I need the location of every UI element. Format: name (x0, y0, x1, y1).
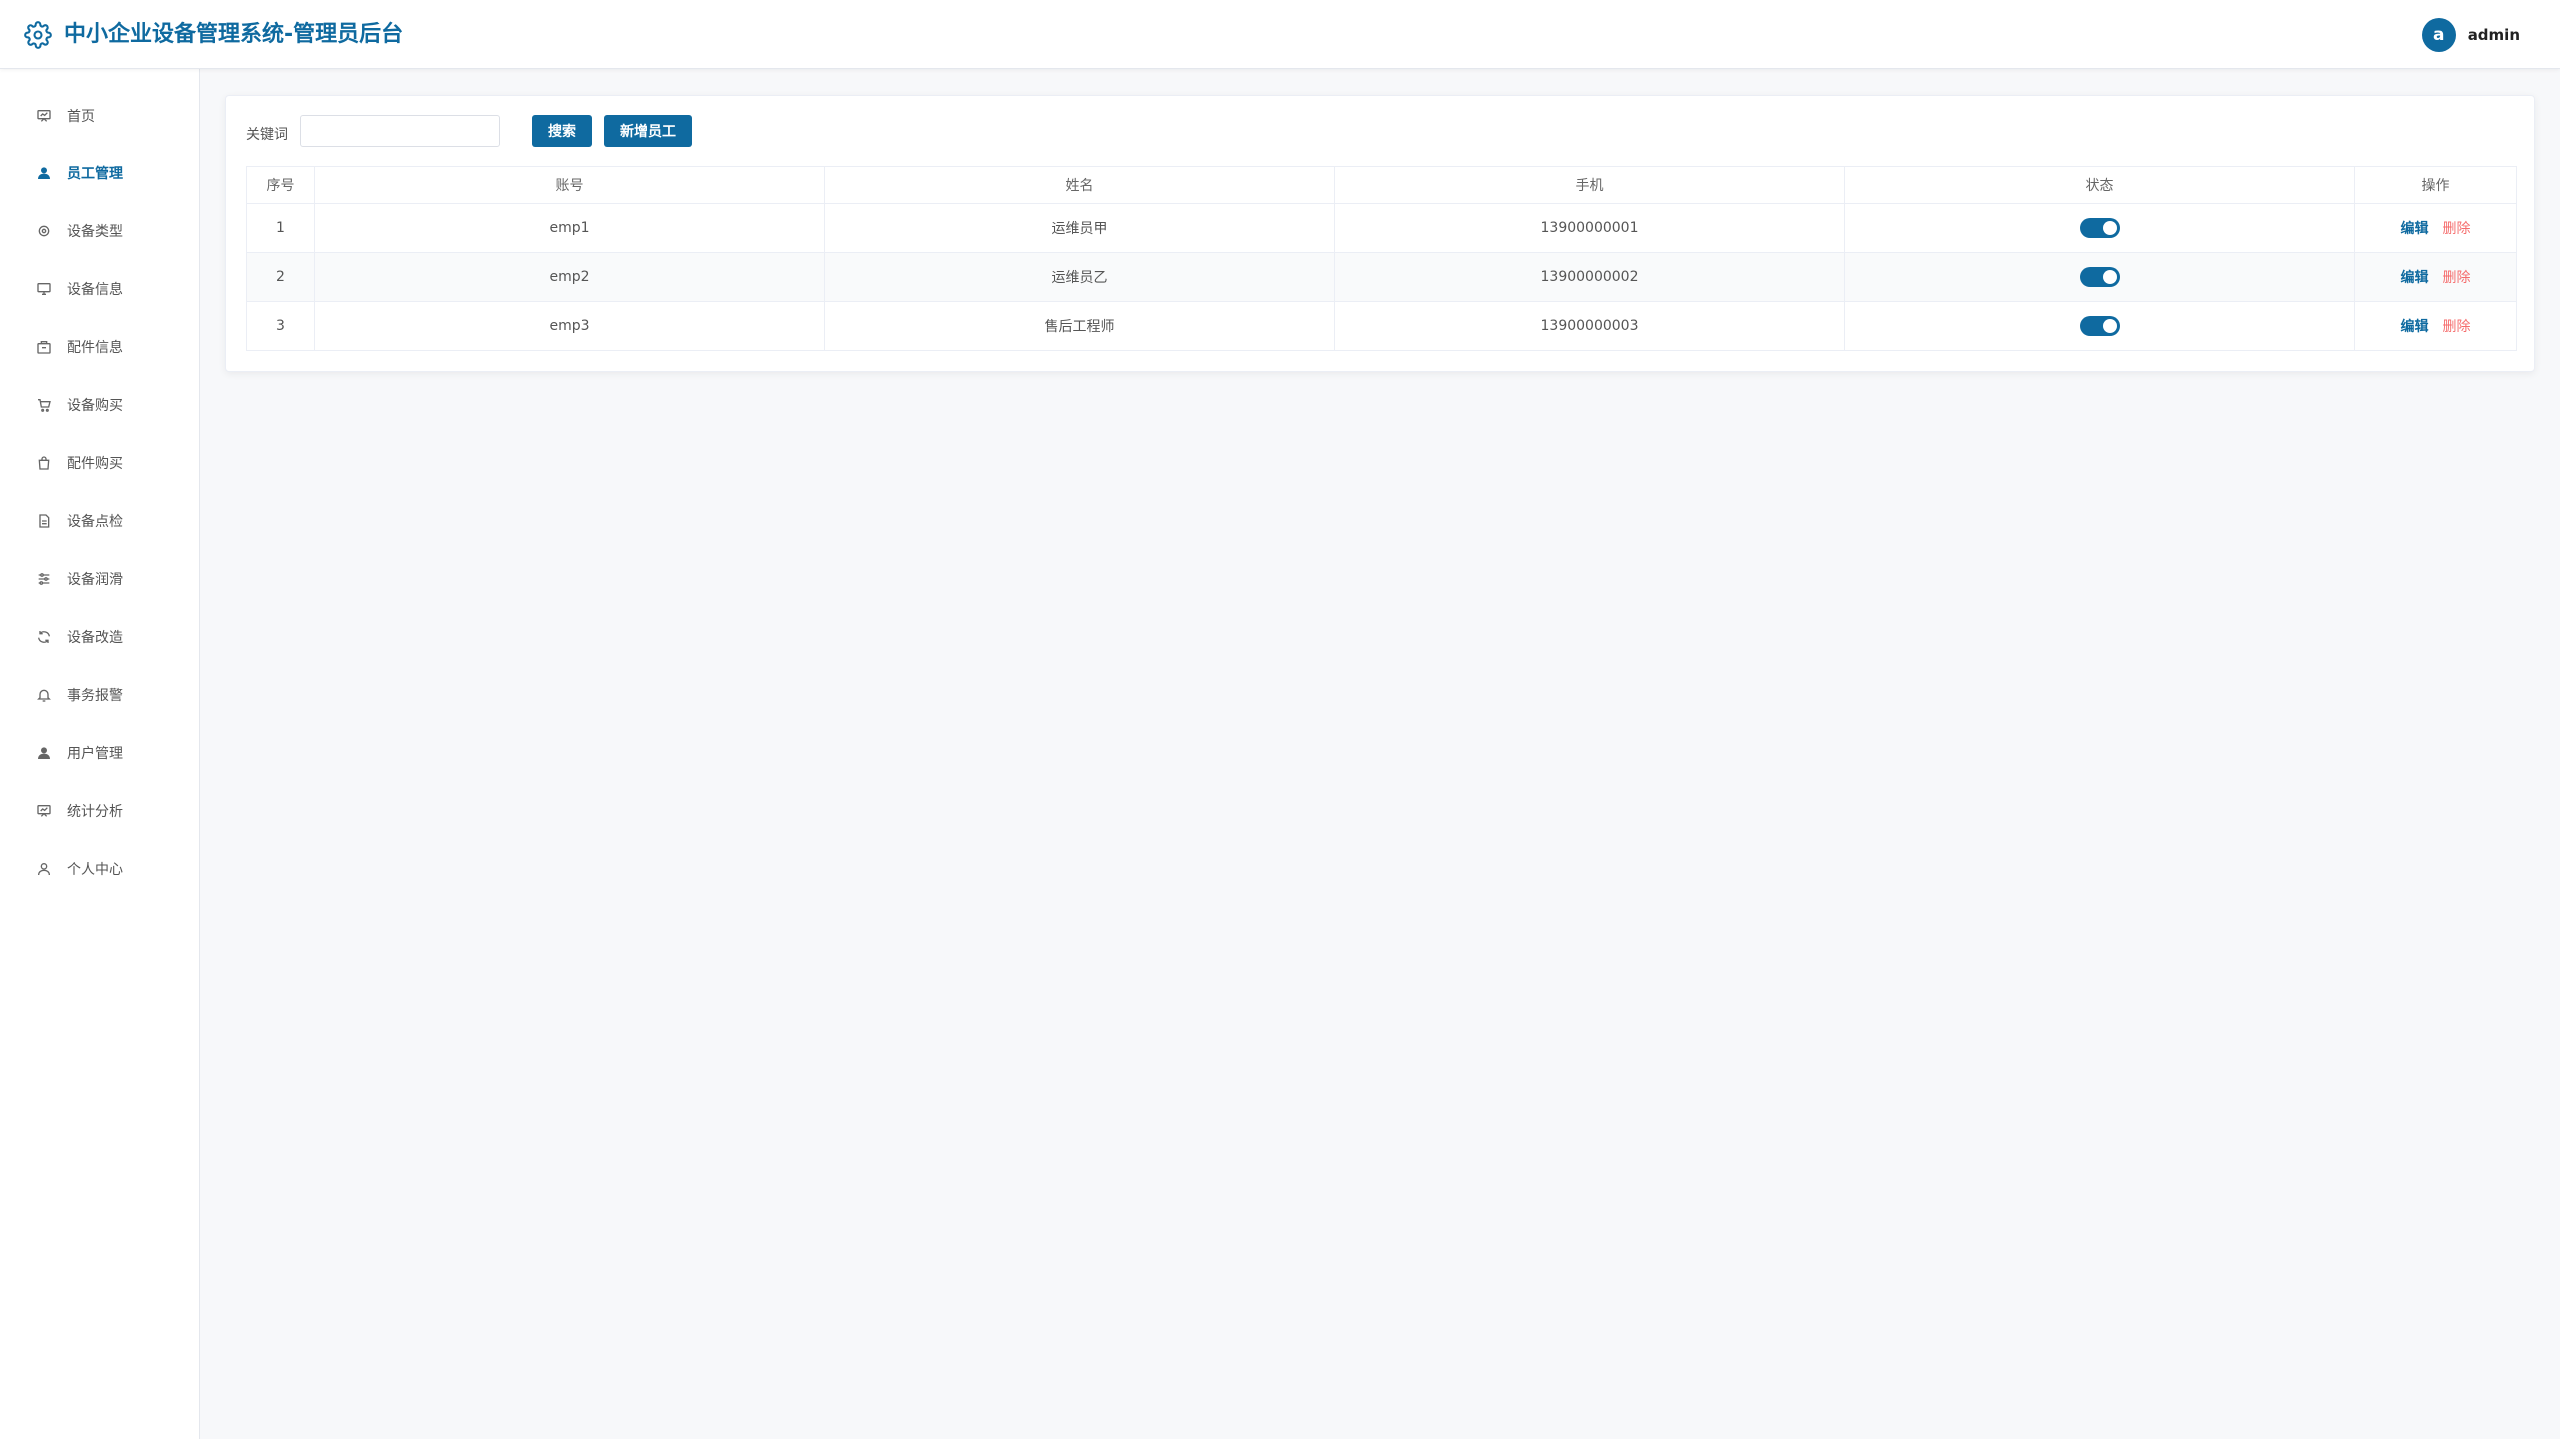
sidebar-item-label: 设备购买 (67, 398, 123, 414)
edit-link[interactable]: 编辑 (2401, 221, 2429, 237)
cell-actions: 编辑 删除 (2354, 252, 2517, 302)
search-button[interactable]: 搜索 (532, 115, 592, 147)
sidebar-item-alarms[interactable]: 事务报警 (0, 675, 199, 715)
column-header-name: 姓名 (824, 166, 1335, 204)
sidebar-item-statistics[interactable]: 统计分析 (0, 791, 199, 831)
cell-account: emp2 (314, 252, 825, 302)
cell-index: 2 (246, 252, 315, 302)
sidebar-item-label: 设备点检 (67, 514, 123, 530)
user-icon (35, 744, 53, 762)
gear-icon (24, 21, 52, 49)
sliders-icon (35, 570, 53, 588)
sidebar-item-inspection[interactable]: 设备点检 (0, 501, 199, 541)
sidebar-item-label: 首页 (67, 109, 95, 125)
bell-icon (35, 686, 53, 704)
sidebar-item-label: 用户管理 (67, 746, 123, 762)
column-header-account: 账号 (314, 166, 825, 204)
table-header-row: 序号 账号 姓名 手机 状态 操作 (246, 166, 2517, 204)
column-header-actions: 操作 (2354, 166, 2517, 204)
sidebar-item-label: 事务报警 (67, 688, 123, 704)
cell-name: 运维员乙 (824, 252, 1335, 302)
user-menu[interactable]: a admin (2421, 18, 2520, 52)
status-toggle[interactable] (2079, 218, 2120, 238)
user-icon (35, 164, 53, 182)
cell-name: 运维员甲 (824, 203, 1335, 253)
sidebar-item-profile[interactable]: 个人中心 (0, 849, 199, 889)
cell-status (1844, 252, 2355, 302)
sidebar-item-parts-info[interactable]: 配件信息 (0, 327, 199, 367)
keyword-input[interactable] (300, 115, 500, 147)
cell-status (1844, 301, 2355, 351)
monitor-icon (35, 280, 53, 298)
column-header-index: 序号 (246, 166, 315, 204)
sidebar-item-employees[interactable]: 员工管理 (0, 153, 199, 193)
add-employee-button[interactable]: 新增员工 (604, 115, 692, 147)
cell-account: emp1 (314, 203, 825, 253)
document-icon (35, 512, 53, 530)
cell-phone: 13900000001 (1334, 203, 1845, 253)
sidebar-item-parts-purchase[interactable]: 配件购买 (0, 443, 199, 483)
column-header-status: 状态 (1844, 166, 2355, 204)
cell-name: 售后工程师 (824, 301, 1335, 351)
cell-phone: 13900000002 (1334, 252, 1845, 302)
sidebar-item-label: 配件购买 (67, 456, 123, 472)
delete-link[interactable]: 删除 (2443, 221, 2471, 237)
status-toggle[interactable] (2079, 267, 2120, 287)
package-icon (35, 338, 53, 356)
table-row: 1 emp1 运维员甲 13900000001 编辑 删除 (246, 203, 2517, 253)
cell-index: 3 (246, 301, 315, 351)
sidebar-item-users[interactable]: 用户管理 (0, 733, 199, 773)
monitor-chart-icon (35, 802, 53, 820)
cart-icon (35, 396, 53, 414)
top-header: 中小企业设备管理系统-管理员后台 a admin (0, 0, 2560, 69)
cell-phone: 13900000003 (1334, 301, 1845, 351)
sidebar-item-label: 设备信息 (67, 282, 123, 298)
sidebar-item-device-info[interactable]: 设备信息 (0, 269, 199, 309)
edit-link[interactable]: 编辑 (2401, 319, 2429, 335)
avatar[interactable]: a (2421, 18, 2456, 52)
cell-account: emp3 (314, 301, 825, 351)
bag-icon (35, 454, 53, 472)
table-row: 3 emp3 售后工程师 13900000003 编辑 删除 (246, 301, 2517, 351)
sidebar-item-lubrication[interactable]: 设备润滑 (0, 559, 199, 599)
sidebar-item-retrofit[interactable]: 设备改造 (0, 617, 199, 657)
column-header-phone: 手机 (1334, 166, 1845, 204)
sidebar-item-label: 配件信息 (67, 340, 123, 356)
sidebar-item-device-types[interactable]: 设备类型 (0, 211, 199, 251)
sidebar-item-device-purchase[interactable]: 设备购买 (0, 385, 199, 425)
cell-actions: 编辑 删除 (2354, 203, 2517, 253)
sidebar-item-label: 统计分析 (67, 804, 123, 820)
sidebar-item-label: 员工管理 (67, 166, 123, 182)
table-row: 2 emp2 运维员乙 13900000002 编辑 删除 (246, 252, 2517, 302)
sidebar: 首页 员工管理 设备类型 设备信息 配件信息 设备购买 配件购买 设备点检 设备… (0, 69, 200, 1439)
employee-list-card: 关键词 搜索 新增员工 序号 账号 姓名 手机 状态 操作 1 emp1 运维员… (225, 95, 2535, 372)
sidebar-item-home[interactable]: 首页 (0, 96, 199, 136)
delete-link[interactable]: 删除 (2443, 270, 2471, 286)
status-toggle[interactable] (2079, 316, 2120, 336)
cell-index: 1 (246, 203, 315, 253)
cell-status (1844, 203, 2355, 253)
edit-link[interactable]: 编辑 (2401, 270, 2429, 286)
cell-actions: 编辑 删除 (2354, 301, 2517, 351)
keyword-label: 关键词 (246, 127, 288, 143)
username[interactable]: admin (2468, 26, 2520, 44)
delete-link[interactable]: 删除 (2443, 319, 2471, 335)
user-outline-icon (35, 860, 53, 878)
sidebar-item-label: 设备类型 (67, 224, 123, 240)
cpu-icon (35, 222, 53, 240)
app-title: 中小企业设备管理系统-管理员后台 (64, 22, 404, 47)
refresh-icon (35, 628, 53, 646)
sidebar-item-label: 设备改造 (67, 630, 123, 646)
sidebar-item-label: 个人中心 (67, 862, 123, 878)
sidebar-item-label: 设备润滑 (67, 572, 123, 588)
monitor-chart-icon (35, 107, 53, 125)
employee-table: 序号 账号 姓名 手机 状态 操作 1 emp1 运维员甲 1390000000… (246, 166, 2517, 351)
